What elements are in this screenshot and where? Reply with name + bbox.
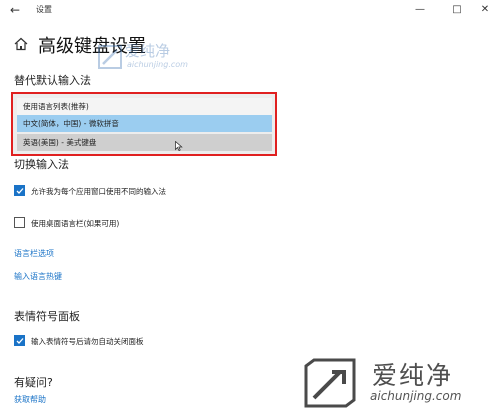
minimize-button[interactable]: —	[405, 1, 435, 19]
dropdown-option-microsoft-pinyin[interactable]: 中文(简体，中国) - 微软拼音	[17, 115, 272, 132]
per-app-input-label: 允许我为每个应用窗口使用不同的输入法	[31, 187, 166, 196]
watermark-small-url: aichunjing.com	[127, 60, 188, 69]
home-icon[interactable]	[14, 37, 28, 51]
input-method-dropdown[interactable]: 使用语言列表(推荐) 中文(简体，中国) - 微软拼音 英语(美国) - 美式键…	[11, 92, 277, 156]
input-language-hotkeys-link[interactable]: 输入语言热键	[14, 271, 62, 282]
switch-input-heading: 切换输入法	[14, 158, 69, 171]
override-input-heading: 替代默认输入法	[14, 74, 91, 87]
checkmark-icon	[16, 188, 24, 194]
desktop-language-bar-label: 使用桌面语言栏(如果可用)	[31, 219, 120, 228]
back-arrow-icon[interactable]: ←	[6, 2, 24, 18]
get-help-link[interactable]: 获取帮助	[14, 394, 46, 405]
maximize-button[interactable]: □	[442, 1, 472, 19]
help-heading: 有疑问?	[14, 376, 53, 389]
watermark-logo-icon	[304, 358, 356, 408]
mouse-pointer-icon	[175, 141, 183, 151]
watermark-url: aichunjing.com	[370, 389, 462, 403]
language-bar-options-link[interactable]: 语言栏选项	[14, 248, 54, 259]
desktop-language-bar-checkbox[interactable]	[14, 217, 25, 228]
dropdown-option-language-list[interactable]: 使用语言列表(推荐)	[17, 98, 272, 115]
emoji-panel-checkbox[interactable]	[14, 335, 25, 346]
close-button[interactable]: ✕	[470, 1, 500, 19]
per-app-input-checkbox[interactable]	[14, 185, 25, 196]
checkmark-icon	[16, 338, 24, 344]
dropdown-option-us-keyboard[interactable]: 英语(美国) - 美式键盘	[17, 134, 272, 151]
watermark-small-brand: 爱纯净	[125, 42, 171, 60]
title-bar: ← 设置 — □ ✕	[0, 0, 500, 20]
watermark-brand: 爱纯净	[372, 361, 454, 390]
window-title: 设置	[36, 5, 52, 14]
emoji-panel-label: 输入表情符号后请勿自动关闭面板	[31, 337, 144, 346]
emoji-panel-heading: 表情符号面板	[14, 310, 80, 323]
watermark-large: 爱纯净 aichunjing.com	[300, 356, 490, 408]
watermark-logo-icon	[98, 45, 122, 69]
watermark-small: 爱纯净 aichunjing.com	[95, 40, 245, 76]
